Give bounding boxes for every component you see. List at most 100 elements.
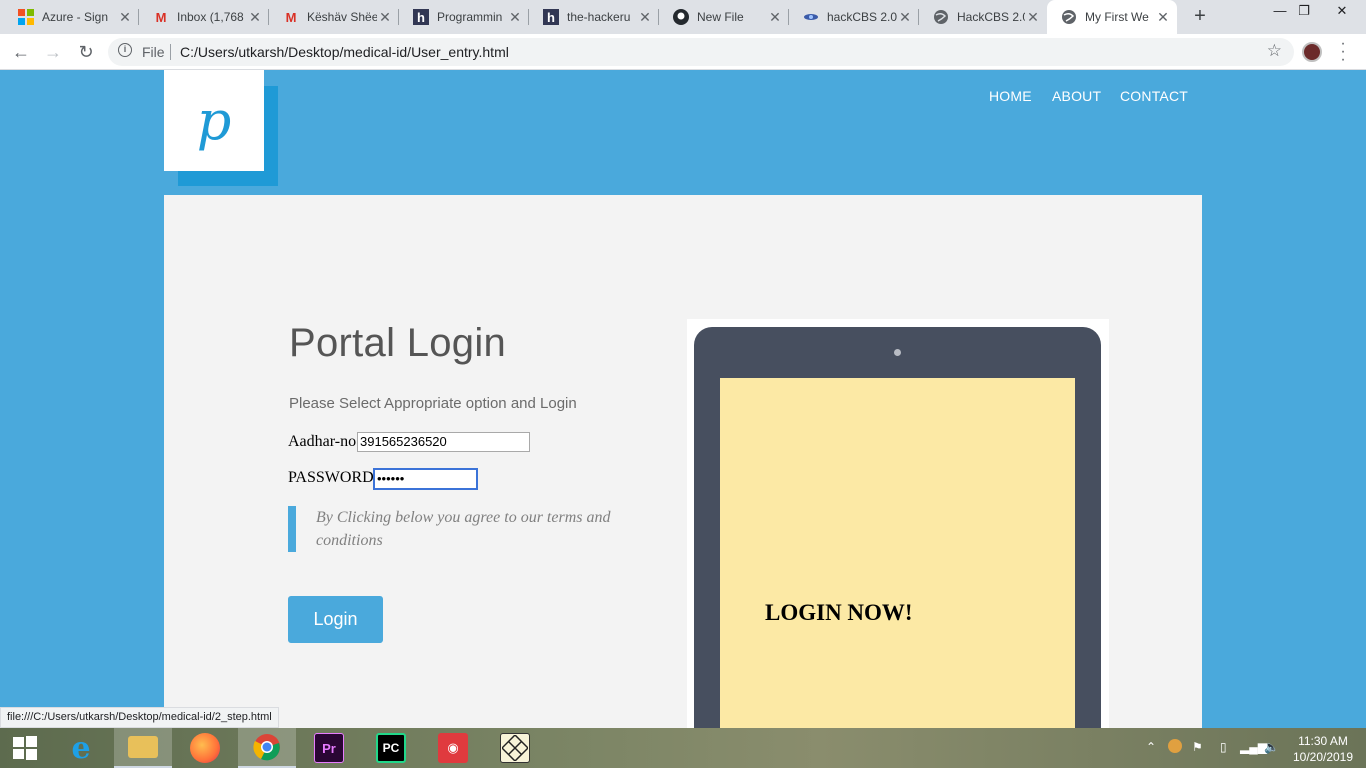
taskbar-premiere[interactable]: Pr [300,728,358,768]
tab-title: Këshäv Shëe [307,10,377,24]
close-icon[interactable]: ✕ [637,9,653,26]
windows-icon [10,733,40,763]
tray-app-icon[interactable] [1168,739,1182,753]
tab-new-file[interactable]: New File ✕ [659,0,789,34]
close-icon[interactable]: ✕ [1025,9,1041,26]
login-subtitle: Please Select Appropriate option and Log… [289,395,577,412]
gmail-icon: M [155,9,167,25]
taskbar-pattern-app[interactable] [486,728,544,768]
nav-about[interactable]: ABOUT [1052,88,1101,104]
clock-date: 10/20/2019 [1292,750,1354,764]
globe-icon [933,9,949,25]
login-button[interactable]: Login [288,596,383,643]
logo-letter: p [196,89,232,152]
tab-strip: Azure - Sign ✕ M Inbox (1,768 ✕ M Këshäv… [0,0,1366,34]
tray-network-warning-icon[interactable]: ⚑ [1192,740,1203,754]
close-icon[interactable]: ✕ [377,9,393,26]
tablet-text: LOGIN NOW! [765,600,913,625]
reload-icon[interactable]: ↻ [74,40,98,64]
folder-icon [128,736,158,758]
taskbar: e Pr PC ◉ ⌃ ⚑ ▯ ▂▄▆ 🔈 [0,728,1366,768]
tab-hackcbs[interactable]: hackCBS 2.0 ✕ [789,0,919,34]
tab-title: HackCBS 2.0 [957,10,1025,24]
link-status-bar: file:///C:/Users/utkarsh/Desktop/medical… [0,707,279,728]
close-icon[interactable]: ✕ [507,9,523,26]
profile-avatar[interactable] [1302,42,1322,62]
chrome-icon [252,732,282,762]
bookmark-star-icon[interactable]: ☆ [1267,41,1282,61]
internet-explorer-icon: e [71,730,91,766]
password-label: PASSWORD [288,469,374,486]
tab-programming[interactable]: h Programmin ✕ [399,0,529,34]
taskbar-file-explorer[interactable] [114,728,172,768]
web-page: p HOME ABOUT CONTACT Portal Login Please… [0,70,1366,728]
start-button[interactable] [0,728,50,768]
password-input[interactable]: •••••• [373,468,478,490]
tab-title: New File [697,10,744,24]
address-scheme: File [142,44,165,60]
window-close-icon[interactable]: ✕ [1322,0,1362,30]
close-icon[interactable]: ✕ [897,9,913,26]
taskbar-firefox[interactable] [176,728,234,768]
tray-chevron-icon[interactable]: ⌃ [1146,740,1156,754]
clock-time: 11:30 AM [1298,734,1348,748]
close-icon[interactable]: ✕ [1155,9,1171,26]
taskbar-camera-app[interactable]: ◉ [424,728,482,768]
tab-title: hackCBS 2.0 [827,10,897,24]
new-tab-icon[interactable]: + [1190,6,1210,26]
tab-title: Inbox (1,768 [177,10,244,24]
taskbar-clock[interactable]: 11:30 AM 10/20/2019 [1290,733,1356,765]
close-icon[interactable]: ✕ [767,9,783,26]
hackerearth-icon: h [543,9,559,25]
microsoft-icon [18,9,34,25]
tab-inbox[interactable]: M Inbox (1,768 ✕ [139,0,269,34]
github-icon [673,9,689,25]
tab-hackcbs-2[interactable]: HackCBS 2.0 ✕ [919,0,1047,34]
login-panel: Portal Login Please Select Appropriate o… [164,195,1202,728]
camera-icon: ◉ [438,733,468,763]
tab-title: My First We [1085,10,1149,24]
globe-icon [1061,9,1077,25]
nav-contact[interactable]: CONTACT [1120,88,1188,104]
taskbar-ie[interactable]: e [52,728,110,768]
aadhar-label: Aadhar-no [288,433,357,450]
page-title: Portal Login [289,321,507,365]
tab-keshav[interactable]: M Këshäv Shëe ✕ [269,0,399,34]
forward-arrow-icon[interactable]: → [41,40,65,64]
restore-icon[interactable]: ❐ [1284,0,1324,30]
tab-title: Azure - Sign [42,10,109,24]
battery-icon[interactable]: ▯ [1220,740,1227,754]
tablet-camera [894,349,901,356]
volume-icon[interactable]: 🔈 [1264,740,1279,754]
address-divider [170,44,171,60]
tab-my-first-web[interactable]: My First We ✕ [1047,0,1177,34]
tablet-screen: LOGIN NOW! [720,378,1075,728]
taskbar-chrome[interactable] [238,728,296,768]
close-icon[interactable]: ✕ [247,9,263,26]
info-icon[interactable]: i [118,43,132,57]
back-arrow-icon[interactable]: ← [9,40,33,64]
tab-title: the-hackeru [567,10,631,24]
premiere-icon: Pr [314,733,344,763]
firefox-icon [190,733,220,763]
tab-hackeru[interactable]: h the-hackeru ✕ [529,0,659,34]
gmail-icon: M [285,9,297,25]
address-bar[interactable]: i File C:/Users/utkarsh/Desktop/medical-… [108,38,1294,66]
pattern-app-icon [500,733,530,763]
menu-dots-icon[interactable]: · · · [1338,36,1348,68]
aadhar-input[interactable]: 391565236520 [357,432,530,452]
tablet-illustration: LOGIN NOW! [694,327,1101,728]
site-logo[interactable]: p [164,70,264,171]
taskbar-pycharm[interactable]: PC [362,728,420,768]
tab-title: Programmin [437,10,503,24]
pycharm-icon: PC [376,733,406,763]
hackerearth-icon: h [413,9,429,25]
browser-toolbar: ← → ↻ i File C:/Users/utkarsh/Desktop/me… [0,34,1366,70]
terms-note: By Clicking below you agree to our terms… [288,506,638,552]
nav-home[interactable]: HOME [989,88,1032,104]
hackcbs-icon [803,9,819,25]
address-url[interactable]: C:/Users/utkarsh/Desktop/medical-id/User… [180,44,509,60]
tab-azure[interactable]: Azure - Sign ✕ [4,0,139,34]
wifi-signal-icon[interactable]: ▂▄▆ [1240,740,1267,754]
close-icon[interactable]: ✕ [117,9,133,26]
